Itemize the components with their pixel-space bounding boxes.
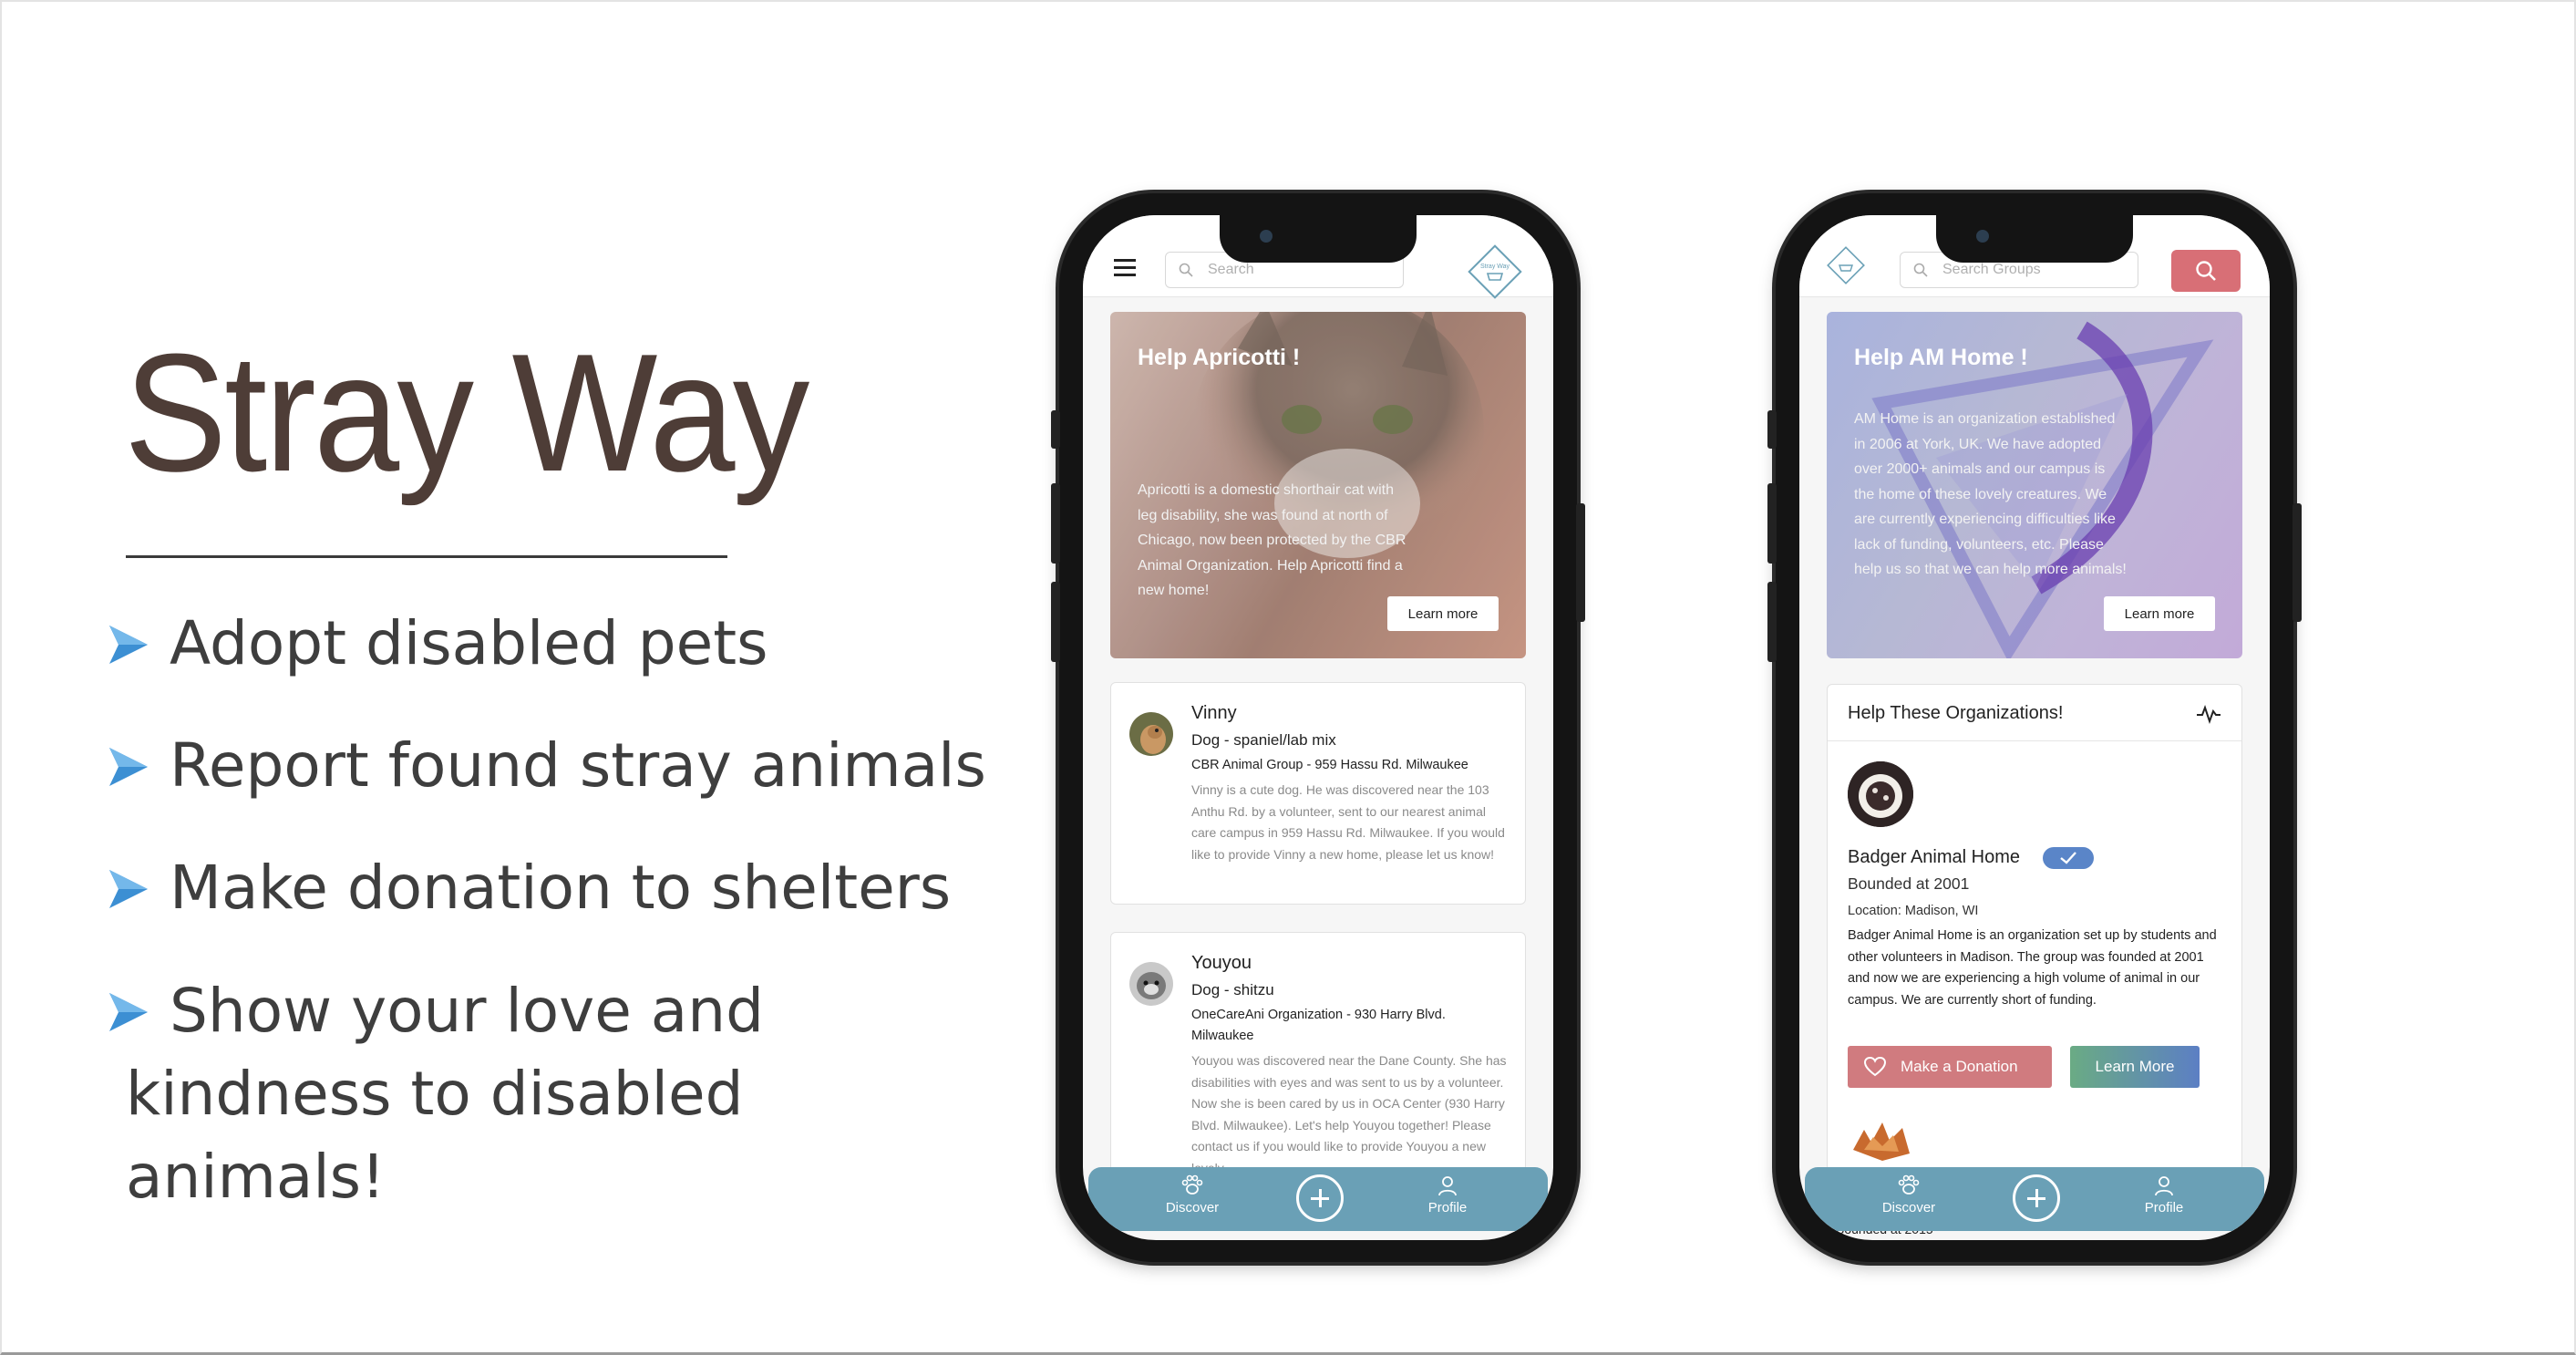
- nav-profile[interactable]: Profile: [2109, 1174, 2219, 1215]
- phone-side-button: [1051, 582, 1060, 662]
- nav-profile-label: Profile: [1427, 1200, 1468, 1215]
- feature-text: Make donation to shelters: [170, 853, 952, 923]
- learn-more-button[interactable]: Learn more: [2104, 596, 2215, 631]
- paw-icon: [1181, 1174, 1203, 1195]
- nav-profile[interactable]: Profile: [1393, 1174, 1502, 1215]
- organization-logo: [1848, 761, 1913, 827]
- pet-name: Youyou: [1191, 953, 1252, 973]
- organizations-card: Help These Organizations! Badger Animal …: [1827, 684, 2242, 1231]
- organization-founded: Bounded at 2001: [1848, 874, 1970, 893]
- pet-location: OneCareAni Organization - 930 Harry Blvd…: [1191, 1008, 1446, 1043]
- add-post-button[interactable]: [1296, 1174, 1344, 1222]
- search-placeholder: Search Groups: [1942, 262, 2041, 277]
- verified-badge: [2043, 847, 2094, 869]
- paw-icon: [1898, 1174, 1920, 1195]
- camera-icon: [1976, 230, 1989, 243]
- feature-text: Report found stray animals: [170, 730, 986, 801]
- title-divider: [126, 555, 727, 558]
- stray-way-logo-icon[interactable]: Stray Way: [1466, 243, 1524, 301]
- phone-screen: Search Stray Way Help Apricotti ! Aprico…: [1083, 215, 1553, 1240]
- arrow-bullet-icon: [108, 973, 149, 1031]
- nav-discover[interactable]: Discover: [1138, 1174, 1247, 1215]
- phone-side-button: [1576, 503, 1585, 622]
- pet-card[interactable]: Vinny Dog - spaniel/lab mix CBR Animal G…: [1110, 682, 1526, 905]
- organization-logo: [1853, 1122, 1910, 1161]
- app-title: Stray Way: [124, 318, 809, 506]
- search-icon: [1179, 263, 1193, 277]
- make-donation-label: Make a Donation: [1901, 1058, 2018, 1075]
- search-icon: [2196, 261, 2216, 281]
- phone-side-button: [1767, 410, 1777, 449]
- nav-profile-label: Profile: [2144, 1200, 2184, 1215]
- pet-avatar: [1129, 712, 1173, 756]
- make-donation-button[interactable]: Make a Donation: [1848, 1046, 2052, 1088]
- phone-notch: [1220, 215, 1417, 263]
- feature-text: Show your love and: [170, 976, 764, 1046]
- organizations-header: Help These Organizations!: [1828, 685, 2241, 741]
- featured-organization-banner[interactable]: Help AM Home ! AM Home is an organizatio…: [1827, 312, 2242, 658]
- banner-title: Help Apricotti !: [1138, 345, 1301, 370]
- camera-icon: [1260, 230, 1273, 243]
- learn-more-organization-button[interactable]: Learn More: [2070, 1046, 2200, 1088]
- pet-description: Youyou was discovered near the Dane Coun…: [1191, 1053, 1507, 1175]
- phone-side-button: [1767, 483, 1777, 564]
- phone-mockup-organizations: Search Groups Help AM Home ! AM Home is …: [1767, 193, 2302, 1262]
- phone-screen: Search Groups Help AM Home ! AM Home is …: [1799, 215, 2270, 1240]
- nav-discover-label: Discover: [1165, 1200, 1220, 1215]
- pet-description: Vinny is a cute dog. He was discovered n…: [1191, 782, 1505, 862]
- pet-breed: Dog - spaniel/lab mix: [1191, 731, 1336, 749]
- feature-item: Report found stray animals: [108, 724, 986, 807]
- search-icon: [1913, 263, 1928, 277]
- learn-more-button[interactable]: Learn more: [1387, 596, 1499, 631]
- phone-notch: [1936, 215, 2133, 263]
- organization-name[interactable]: Badger Animal Home: [1848, 847, 2020, 868]
- phone-mockup-discover: Search Stray Way Help Apricotti ! Aprico…: [1051, 193, 1585, 1262]
- user-icon: [1438, 1176, 1457, 1196]
- bottom-navigation: Discover Profile: [1088, 1167, 1548, 1231]
- pet-name: Vinny: [1191, 703, 1237, 723]
- phone-side-button: [1051, 483, 1060, 564]
- pet-breed: Dog - shitzu: [1191, 981, 1274, 998]
- arrow-bullet-icon: [108, 728, 149, 786]
- section-title: Help These Organizations!: [1848, 703, 2064, 723]
- feature-item: Make donation to shelters: [108, 846, 951, 929]
- arrow-bullet-icon: [108, 850, 149, 908]
- phone-side-button: [2293, 503, 2302, 622]
- add-post-button[interactable]: [2013, 1174, 2060, 1222]
- arrow-bullet-icon: [108, 605, 149, 664]
- phone-side-button: [1767, 582, 1777, 662]
- feature-item: Show your love and kindness to disabled …: [108, 969, 1001, 1218]
- featured-pet-banner[interactable]: Help Apricotti ! Apricotti is a domestic…: [1110, 312, 1526, 658]
- heart-icon: [1864, 1057, 1886, 1077]
- stray-way-logo-icon[interactable]: [1825, 244, 1867, 286]
- feature-text-continued: kindness to disabled animals!: [126, 1059, 744, 1213]
- feature-text: Adopt disabled pets: [170, 608, 768, 678]
- activity-icon[interactable]: [2196, 703, 2221, 725]
- organization-location: Location: Madison, WI: [1848, 904, 1979, 918]
- bottom-navigation: Discover Profile: [1805, 1167, 2264, 1231]
- pet-location: CBR Animal Group - 959 Hassu Rd. Milwauk…: [1191, 758, 1468, 772]
- nav-discover-label: Discover: [1881, 1200, 1936, 1215]
- nav-discover[interactable]: Discover: [1854, 1174, 1963, 1215]
- hamburger-menu-icon[interactable]: [1114, 259, 1136, 276]
- search-placeholder: Search: [1208, 262, 1254, 277]
- search-button[interactable]: [2171, 250, 2241, 292]
- feature-item: Adopt disabled pets: [108, 602, 768, 685]
- phone-side-button: [1051, 410, 1060, 449]
- user-icon: [2155, 1176, 2173, 1196]
- organization-description: Badger Animal Home is an organization se…: [1848, 928, 2217, 1008]
- banner-description: Apricotti is a domestic shorthair cat wi…: [1138, 482, 1406, 598]
- checkmark-icon: [2060, 852, 2076, 864]
- pet-avatar: [1129, 962, 1173, 1006]
- banner-description: AM Home is an organization established i…: [1854, 411, 2127, 577]
- logo-text: Stray Way: [1480, 264, 1510, 270]
- banner-title: Help AM Home !: [1854, 345, 2028, 370]
